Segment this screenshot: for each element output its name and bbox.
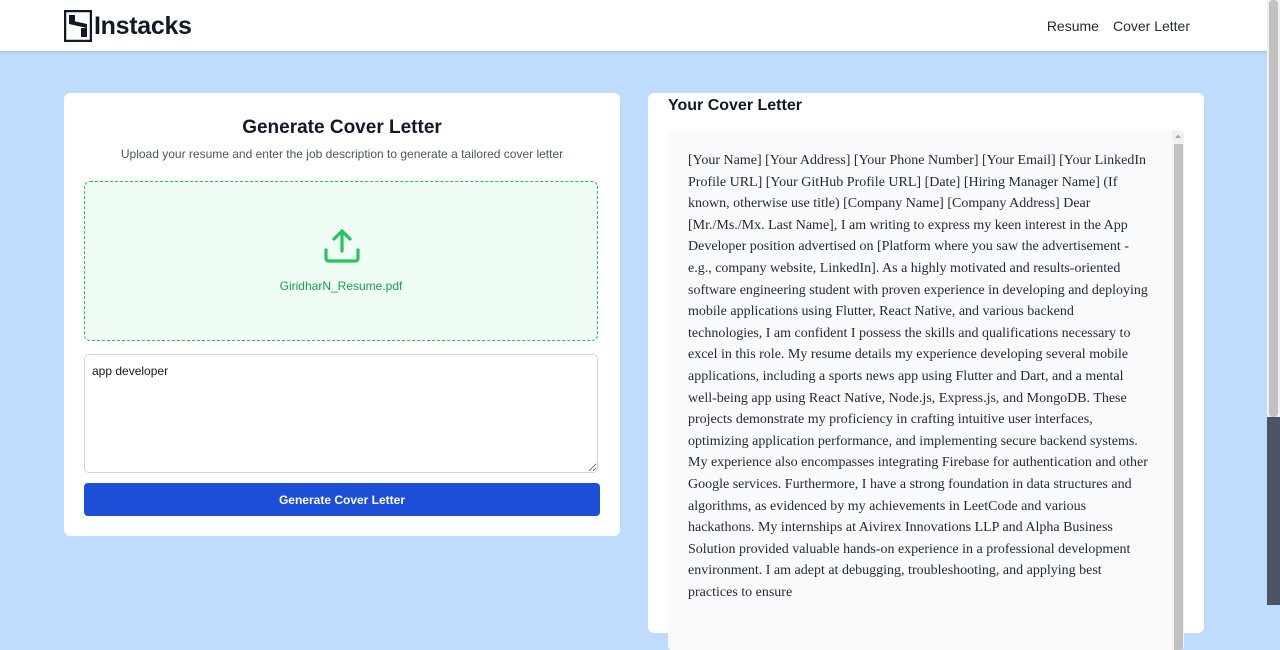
cover-letter-output[interactable]: [Your Name] [Your Address] [Your Phone N… [668, 130, 1184, 650]
logo-icon [64, 10, 92, 42]
generate-cover-letter-button[interactable]: Generate Cover Letter [84, 483, 600, 516]
nav-link-cover-letter[interactable]: Cover Letter [1113, 18, 1190, 34]
resume-upload-dropzone[interactable]: GiridharN_Resume.pdf [84, 181, 598, 341]
page-scrollbar-track-lower [1267, 417, 1280, 605]
nav-links: Resume Cover Letter [1047, 18, 1190, 34]
uploaded-file-name: GiridharN_Resume.pdf [279, 279, 403, 293]
cover-letter-text: [Your Name] [Your Address] [Your Phone N… [688, 153, 1148, 600]
job-description-input[interactable]: app developer [84, 354, 598, 473]
generate-subtitle: Upload your resume and enter the job des… [120, 147, 564, 161]
cover-letter-card: Your Cover Letter [Your Name] [Your Addr… [648, 93, 1204, 650]
page-scrollbar-thumb[interactable] [1269, 0, 1278, 417]
brand-logo[interactable]: Instacks [64, 9, 192, 43]
generate-card: Generate Cover Letter Upload your resume… [64, 93, 620, 536]
cover-letter-scrollbar-thumb[interactable] [1174, 144, 1183, 650]
upload-icon [324, 229, 360, 263]
brand-name: Instacks [94, 11, 192, 40]
top-navbar: Instacks Resume Cover Letter [0, 0, 1267, 51]
scroll-up-arrow-icon[interactable] [1172, 130, 1184, 142]
cover-letter-title: Your Cover Letter [668, 97, 802, 114]
nav-link-resume[interactable]: Resume [1047, 18, 1099, 34]
generate-title: Generate Cover Letter [242, 117, 442, 138]
